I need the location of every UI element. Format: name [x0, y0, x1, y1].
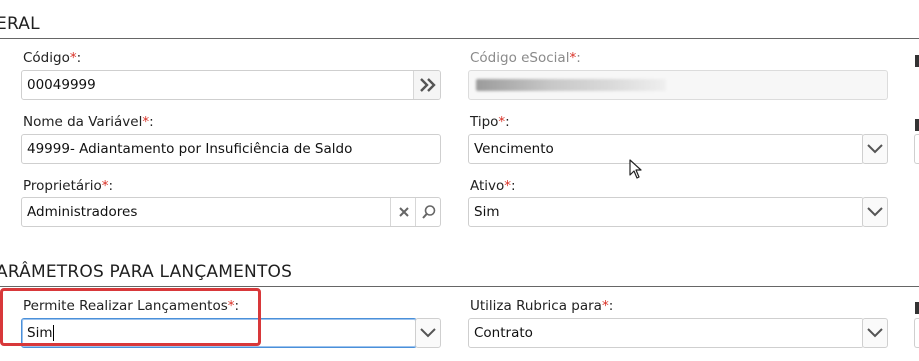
section-title-params: ARÂMETROS PARA LANÇAMENTOS: [0, 262, 293, 282]
tipo-select[interactable]: Vencimento: [468, 134, 864, 164]
close-icon: [398, 207, 409, 217]
partial-label: [915, 119, 919, 131]
utiliza-rubrica-select[interactable]: Contrato: [468, 318, 864, 348]
chevron-down-icon: [867, 144, 883, 154]
section-divider-params: [0, 286, 919, 287]
section-divider-general: [0, 38, 919, 39]
partial-field: [914, 318, 919, 348]
codigo-esocial-label: Código eSocial*:: [470, 50, 581, 66]
partial-label: [915, 302, 919, 314]
chevron-down-icon: [420, 328, 436, 338]
chevron-down-icon: [867, 207, 883, 217]
nome-variavel-input[interactable]: 49999- Adiantamento por Insuficiência de…: [21, 134, 441, 164]
partial-field: [914, 134, 919, 164]
codigo-esocial-field: [468, 70, 888, 100]
clear-button[interactable]: [390, 198, 416, 226]
section-title-general: ERAL: [0, 14, 40, 34]
redacted-value: [476, 79, 666, 91]
tipo-label: Tipo*:: [470, 114, 510, 130]
proprietario-value: Administradores: [27, 204, 138, 220]
next-code-button[interactable]: [413, 71, 440, 99]
proprietario-label: Proprietário*:: [23, 178, 114, 194]
double-chevron-right-icon: [419, 78, 436, 92]
utiliza-rubrica-label: Utiliza Rubrica para*:: [470, 298, 614, 314]
highlight-box: [0, 288, 261, 346]
utiliza-rubrica-dropdown-button[interactable]: [862, 318, 888, 348]
search-icon: [421, 205, 435, 219]
ativo-select[interactable]: Sim: [468, 197, 864, 227]
mouse-cursor-icon: [629, 159, 642, 179]
proprietario-field[interactable]: Administradores: [21, 197, 441, 227]
partial-label: [915, 55, 919, 67]
search-button[interactable]: [415, 198, 440, 226]
codigo-field[interactable]: 00049999: [21, 70, 441, 100]
nome-variavel-label: Nome da Variável*:: [23, 114, 154, 130]
tipo-dropdown-button[interactable]: [862, 134, 888, 164]
chevron-down-icon: [867, 328, 883, 338]
codigo-value: 00049999: [27, 77, 96, 93]
permite-lancamentos-dropdown-button[interactable]: [415, 318, 441, 348]
ativo-dropdown-button[interactable]: [862, 197, 888, 227]
ativo-label: Ativo*:: [470, 178, 516, 194]
codigo-label: Código*:: [23, 50, 82, 66]
